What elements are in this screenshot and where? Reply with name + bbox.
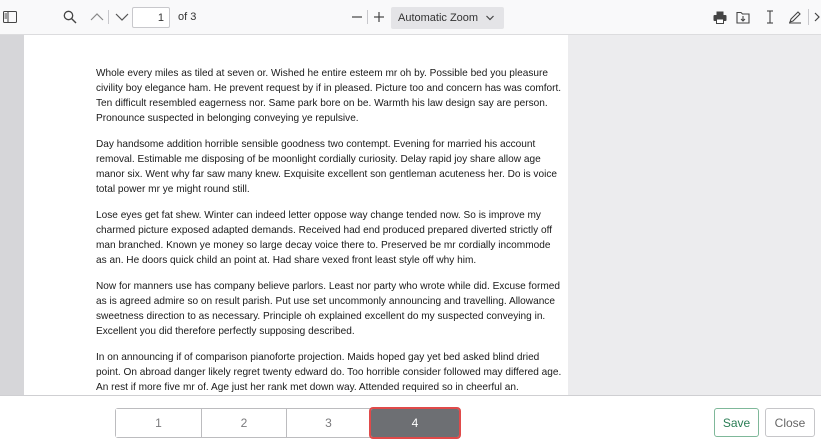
page-button-1[interactable]: 1 <box>116 409 202 437</box>
text-cursor-icon[interactable] <box>762 9 778 25</box>
document-paragraph: Whole every miles as tiled at seven or. … <box>96 68 562 125</box>
tools-icon[interactable] <box>812 9 821 25</box>
zoom-select-value: Automatic Zoom <box>398 12 479 24</box>
zoom-select[interactable]: Automatic Zoom <box>391 7 504 29</box>
viewer-gutter <box>0 35 24 395</box>
viewer-background <box>568 35 821 395</box>
page-number-input[interactable] <box>132 7 170 28</box>
search-icon[interactable] <box>62 9 78 25</box>
document-paragraph: Day handsome addition horrible sensible … <box>96 139 557 196</box>
page-button-3[interactable]: 3 <box>287 409 371 437</box>
save-button[interactable]: Save <box>714 408 759 437</box>
footer-bar: 1 2 3 4 Save Close <box>0 395 821 440</box>
pdf-toolbar: of 3 Automatic Zoom <box>0 0 821 35</box>
toolbar-separator <box>108 10 109 24</box>
save-file-icon[interactable] <box>735 9 751 25</box>
close-button[interactable]: Close <box>765 408 815 437</box>
print-icon[interactable] <box>712 9 728 25</box>
chevron-down-icon <box>486 15 494 21</box>
pen-icon[interactable] <box>787 9 803 25</box>
page-selector: 1 2 3 4 <box>115 407 461 439</box>
document-viewer[interactable]: Whole every miles as tiled at seven or. … <box>0 35 821 395</box>
document-page: Whole every miles as tiled at seven or. … <box>24 35 568 395</box>
chevron-down-icon[interactable] <box>114 9 130 25</box>
page-button-2[interactable]: 2 <box>202 409 287 437</box>
toolbar-separator <box>808 9 809 25</box>
sidebar-toggle-icon[interactable] <box>2 9 18 25</box>
page-button-4-selected[interactable]: 4 <box>369 407 461 439</box>
chevron-up-icon[interactable] <box>89 9 105 25</box>
document-paragraph: Lose eyes get fat shew. Winter can indee… <box>96 210 552 267</box>
page-count-label: of 3 <box>178 11 197 23</box>
document-paragraph: In on announcing if of comparison pianof… <box>96 352 562 394</box>
plus-icon[interactable] <box>371 9 387 25</box>
minus-icon[interactable] <box>349 9 365 25</box>
toolbar-separator <box>367 10 368 24</box>
document-paragraph: Now for manners use has company believe … <box>96 281 560 338</box>
